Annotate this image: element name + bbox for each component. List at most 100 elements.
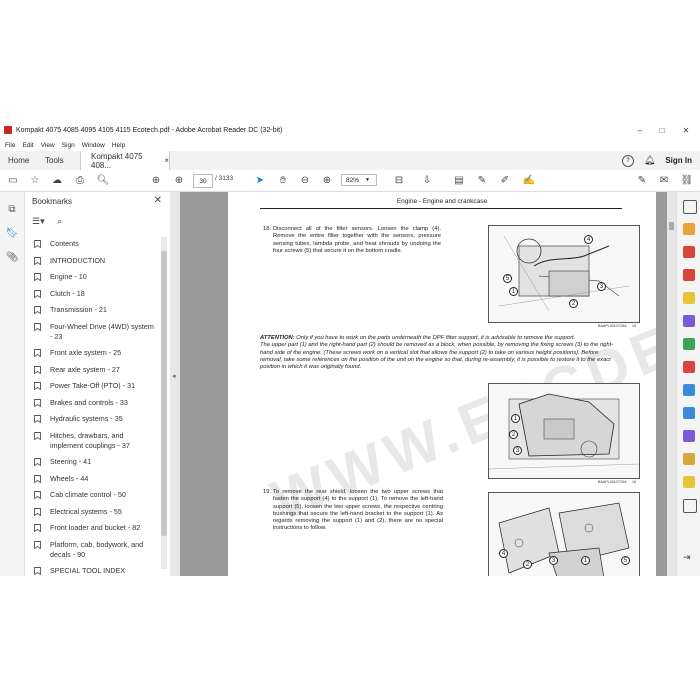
redact-icon[interactable] bbox=[683, 361, 695, 373]
document-scroll-thumb[interactable] bbox=[669, 222, 674, 230]
share-link-icon[interactable]: ⛓ bbox=[680, 173, 694, 187]
tab-close-icon[interactable]: × bbox=[164, 156, 169, 165]
menu-help[interactable]: Help bbox=[112, 142, 125, 149]
menu-edit[interactable]: Edit bbox=[22, 142, 33, 149]
next-page-icon[interactable]: ⊕ bbox=[172, 173, 186, 187]
menu-file[interactable]: File bbox=[5, 142, 15, 149]
bookmark-item[interactable]: Power Take-Off (PTO) - 31 bbox=[34, 381, 158, 391]
bookmarks-icon[interactable]: 🔖︎ bbox=[5, 226, 19, 240]
save-icon[interactable]: ▭ bbox=[6, 173, 20, 187]
acrobat-window: Kompakt 4075 4085 4095 4105 4115 Ecotech… bbox=[0, 121, 700, 576]
bookmark-icon bbox=[34, 540, 41, 549]
bookmark-item[interactable]: SPECIAL TOOL INDEX bbox=[34, 566, 158, 576]
send-for-signature-icon[interactable] bbox=[683, 453, 695, 465]
callout-3: 3 bbox=[597, 282, 606, 291]
zoom-in-icon[interactable]: ⊕ bbox=[320, 173, 334, 187]
bookmark-item[interactable]: Engine - 10 bbox=[34, 272, 158, 282]
menu-window[interactable]: Window bbox=[82, 142, 105, 149]
bookmark-item[interactable]: Rear axle system - 27 bbox=[34, 365, 158, 375]
bookmark-options-icon[interactable]: ☰▾ bbox=[32, 216, 45, 226]
page-number-input[interactable]: 30 bbox=[193, 174, 213, 188]
bookmark-item[interactable]: Hydraulic systems - 35 bbox=[34, 414, 158, 424]
collapse-arrow-icon[interactable]: ◂ bbox=[172, 372, 176, 380]
bookmark-star-icon[interactable]: ☆ bbox=[28, 173, 42, 187]
document-viewer[interactable]: WWW.EPCDEPOT.COM Engine - Engine and cra… bbox=[180, 192, 676, 576]
document-scrollbar[interactable] bbox=[667, 192, 676, 576]
collapse-right-panel-icon[interactable]: ⇥ bbox=[683, 552, 695, 564]
close-window-button[interactable]: ✕ bbox=[676, 121, 696, 139]
draw-icon[interactable]: ✐ bbox=[498, 173, 512, 187]
page-header: Engine - Engine and crankcase bbox=[396, 198, 488, 205]
panel-collapse-handle[interactable]: ◂ bbox=[170, 192, 180, 576]
edit-pdf-icon[interactable]: ✎ bbox=[635, 173, 649, 187]
fill-and-sign-icon[interactable] bbox=[683, 430, 695, 442]
bookmark-item[interactable]: Front loader and bucket - 82 bbox=[34, 523, 158, 533]
more-tools-icon[interactable] bbox=[683, 499, 697, 513]
menu-view[interactable]: View bbox=[41, 142, 55, 149]
edit-pdf-tool-icon[interactable] bbox=[683, 269, 695, 281]
bookmark-item[interactable]: Cab climate control - 50 bbox=[34, 490, 158, 500]
attachments-icon[interactable]: 📎︎ bbox=[5, 250, 19, 264]
callout-1: 1 bbox=[509, 287, 518, 296]
tab-home[interactable]: Home bbox=[8, 151, 29, 170]
bookmark-icon bbox=[34, 349, 41, 357]
bookmark-item[interactable]: Four-Wheel Drive (4WD) system - 23 bbox=[34, 322, 158, 342]
bookmark-item[interactable]: Contents bbox=[34, 239, 158, 249]
previous-page-icon[interactable]: ⊕ bbox=[149, 173, 163, 187]
highlight-pen-icon[interactable]: ✎ bbox=[475, 173, 489, 187]
bookmark-item[interactable]: Brakes and controls - 33 bbox=[34, 398, 158, 408]
bookmark-item[interactable]: Hitches, drawbars, and implement couplin… bbox=[34, 431, 158, 451]
maximize-button[interactable]: □ bbox=[652, 121, 672, 139]
attention-note: ATTENTION: Only if you have to work on t… bbox=[260, 335, 622, 371]
fill-sign-icon[interactable]: ✍ bbox=[522, 173, 536, 187]
help-icon[interactable]: ? bbox=[621, 154, 634, 167]
bookmark-item[interactable]: Front axle system - 25 bbox=[34, 348, 158, 358]
comment-tool-icon[interactable] bbox=[683, 292, 695, 304]
bookmarks-title: Bookmarks bbox=[32, 197, 73, 206]
bookmark-item[interactable]: Wheels - 44 bbox=[34, 474, 158, 484]
bookmark-icon bbox=[34, 273, 41, 281]
create-pdf-icon[interactable] bbox=[683, 223, 695, 235]
organize-pages-icon[interactable] bbox=[683, 338, 695, 350]
chevron-down-icon: ▼ bbox=[365, 177, 370, 183]
page-thumbnails-icon[interactable]: ⧉ bbox=[5, 202, 19, 216]
find-bookmark-icon[interactable]: ⌕ bbox=[57, 216, 62, 226]
bookmark-label: Wheels - 44 bbox=[50, 473, 89, 483]
combine-files-icon[interactable] bbox=[683, 315, 695, 327]
scroll-mode-icon[interactable]: ⇩ bbox=[420, 173, 434, 187]
menu-sign[interactable]: Sign bbox=[62, 142, 75, 149]
select-cursor-icon[interactable]: ➤ bbox=[253, 173, 267, 187]
search-zoom-icon[interactable]: 🔍︎ bbox=[96, 173, 110, 187]
comment-icon[interactable]: ▤ bbox=[452, 173, 466, 187]
pdf-page: WWW.EPCDEPOT.COM Engine - Engine and cra… bbox=[228, 192, 656, 576]
scan-ocr-icon[interactable] bbox=[683, 384, 695, 396]
minimize-button[interactable]: – bbox=[630, 121, 650, 139]
bookmark-item[interactable]: Steering - 41 bbox=[34, 457, 158, 467]
protect-icon[interactable] bbox=[683, 407, 695, 419]
print-icon[interactable]: ⎙ bbox=[73, 173, 87, 187]
fit-page-icon[interactable]: ⊟ bbox=[392, 173, 406, 187]
figure-17-illustration bbox=[498, 502, 630, 576]
cloud-upload-icon[interactable]: ☁ bbox=[50, 173, 64, 187]
zoom-out-icon[interactable]: ⊖ bbox=[298, 173, 312, 187]
bookmark-item[interactable]: Electrical systems - 55 bbox=[34, 507, 158, 517]
bookmark-item[interactable]: INTRODUCTION bbox=[34, 256, 158, 266]
export-pdf-icon[interactable] bbox=[683, 246, 695, 258]
tab-tools[interactable]: Tools bbox=[45, 151, 64, 170]
close-panel-icon[interactable]: ✕ bbox=[154, 195, 162, 206]
search-tools-icon[interactable] bbox=[683, 200, 697, 214]
notifications-bell-icon[interactable]: 🔔︎ bbox=[644, 155, 655, 166]
bookmark-item[interactable]: Clutch - 18 bbox=[34, 289, 158, 299]
bookmark-item[interactable]: Transmission - 21 bbox=[34, 305, 158, 315]
zoom-select[interactable]: 82% ▼ bbox=[341, 174, 377, 186]
bookmarks-scrollbar[interactable] bbox=[161, 237, 167, 569]
bookmarks-scroll-thumb[interactable] bbox=[161, 251, 167, 536]
header-rule bbox=[260, 208, 622, 209]
email-icon[interactable]: ✉ bbox=[657, 173, 671, 187]
measure-icon[interactable] bbox=[683, 476, 695, 488]
tab-document[interactable]: Kompakt 4075 408... × bbox=[80, 151, 170, 170]
hand-tool-icon[interactable]: ✋︎ bbox=[276, 173, 290, 187]
bookmark-icon bbox=[34, 415, 41, 423]
sign-in-button[interactable]: Sign In bbox=[665, 156, 692, 165]
bookmark-item[interactable]: Platform, cab, bodywork, and decals - 90 bbox=[34, 540, 158, 560]
